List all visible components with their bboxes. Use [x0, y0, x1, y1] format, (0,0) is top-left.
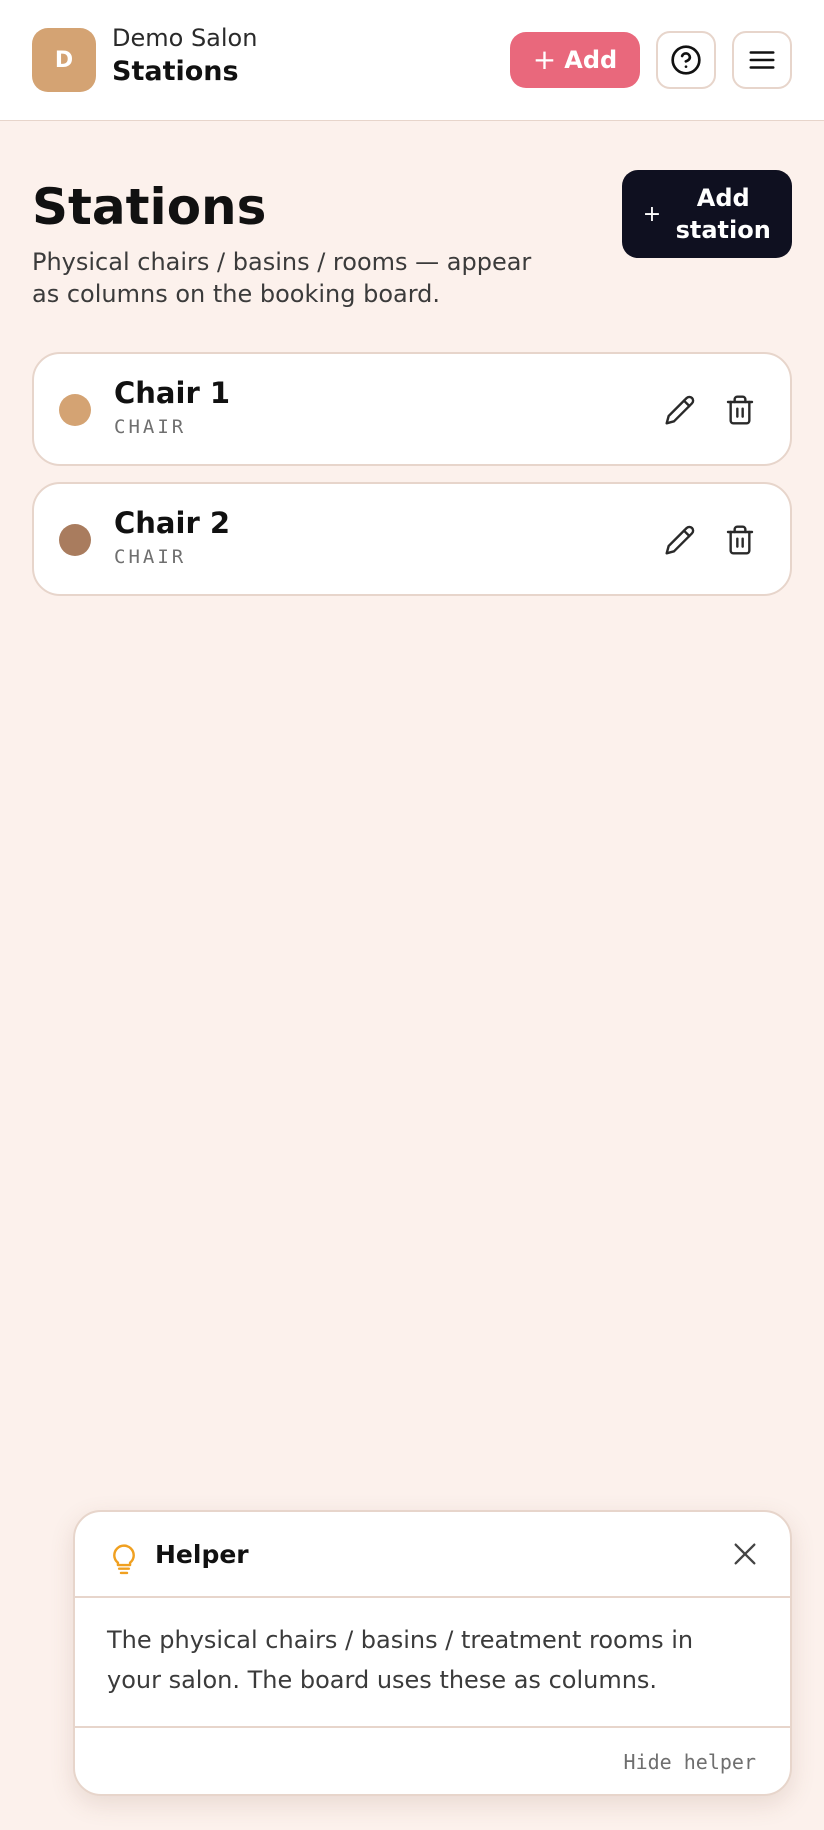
hamburger-menu-icon — [749, 51, 775, 69]
page-description: Physical chairs / basins / rooms — appea… — [32, 248, 532, 308]
add-button[interactable]: + Add — [510, 32, 640, 88]
add-station-button-label: Add station — [675, 184, 771, 244]
top-bar: D Demo Salon Stations + Add — [0, 0, 824, 121]
helper-title: Helper — [155, 1540, 249, 1569]
helper-footer: Hide helper — [75, 1726, 790, 1794]
trash-icon[interactable] — [724, 524, 756, 556]
pencil-icon[interactable] — [664, 394, 696, 426]
helper-panel: Helper The physical chairs / basins / tr… — [73, 1510, 792, 1796]
add-button-label: Add — [564, 46, 618, 74]
helper-body: The physical chairs / basins / treatment… — [107, 1626, 694, 1694]
station-card[interactable]: Chair 1 CHAIR — [32, 352, 792, 466]
station-card[interactable]: Chair 2 CHAIR — [32, 482, 792, 596]
add-station-button[interactable]: + Add station — [622, 170, 792, 258]
menu-button[interactable] — [732, 31, 792, 89]
station-name: Chair 1 — [114, 376, 231, 410]
station-color-dot — [59, 524, 91, 556]
station-type: CHAIR — [114, 416, 187, 438]
help-button[interactable] — [656, 31, 716, 89]
lightbulb-icon — [113, 1544, 135, 1575]
header-page-name: Stations — [112, 56, 239, 87]
station-type: CHAIR — [114, 546, 187, 568]
page-title: Stations — [32, 178, 267, 236]
salon-name: Demo Salon — [112, 24, 258, 52]
hide-helper-button[interactable]: Hide helper — [624, 1750, 756, 1774]
station-color-dot — [59, 394, 91, 426]
pencil-icon[interactable] — [664, 524, 696, 556]
salon-avatar[interactable]: D — [32, 28, 96, 92]
close-icon[interactable] — [731, 1540, 759, 1568]
trash-icon[interactable] — [724, 394, 756, 426]
plus-icon: + — [642, 201, 662, 227]
plus-icon: + — [532, 43, 557, 76]
helper-header: Helper — [75, 1512, 790, 1598]
station-name: Chair 2 — [114, 506, 231, 540]
help-circle-icon — [671, 45, 701, 75]
